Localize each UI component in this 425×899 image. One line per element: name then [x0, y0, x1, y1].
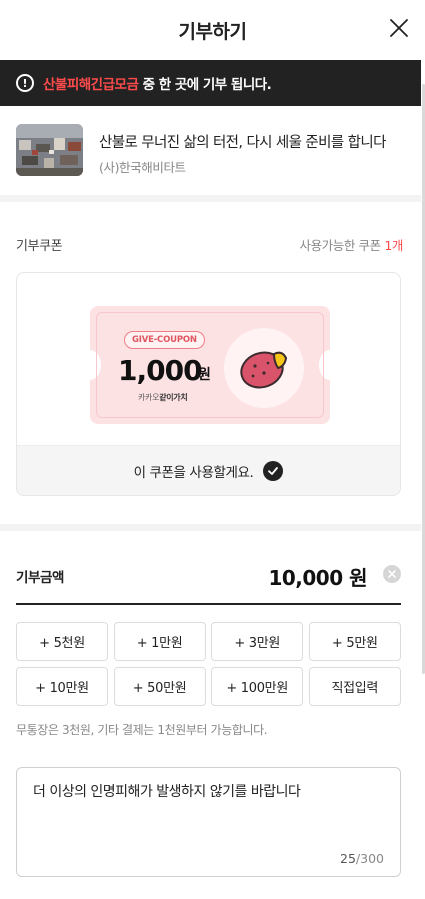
- use-coupon-button[interactable]: 이 쿠폰을 사용할게요.: [17, 445, 400, 495]
- message-textarea[interactable]: 더 이상의 인명피해가 발생하지 않기를 바랍니다 25/300: [16, 767, 401, 877]
- brand-prefix: 카카오: [138, 393, 160, 402]
- add-50000-button[interactable]: + 5만원: [308, 622, 401, 661]
- sweet-potato-icon: [224, 328, 304, 408]
- notice-highlight: 산불피해긴급모금: [43, 77, 139, 93]
- section-divider: [0, 524, 421, 531]
- notice-banner: ! 산불피해긴급모금 중 한 곳에 기부 됩니다.: [0, 60, 421, 106]
- character-count: 25: [340, 851, 356, 866]
- coupon-count-number: 1개: [384, 238, 403, 253]
- coupon-section-label: 기부쿠폰: [16, 239, 63, 254]
- notice-body: 중 한 곳에 기부 됩니다.: [138, 77, 272, 93]
- coupon-available-prefix: 사용가능한 쿠폰: [299, 238, 385, 253]
- coupon-unit: 원: [198, 367, 211, 383]
- close-icon[interactable]: [387, 16, 411, 40]
- direct-input-button[interactable]: 직접입력: [308, 667, 401, 706]
- add-30000-button[interactable]: + 3만원: [211, 622, 304, 661]
- character-counter: 25/300: [340, 851, 384, 866]
- brand-bold: 같이가치: [159, 393, 188, 402]
- coupon-ticket: GIVE-COUPON 1,000 원 카카오같이가치: [79, 306, 341, 424]
- donation-amount-value[interactable]: 10,000 원: [268, 562, 367, 591]
- exclamation-circle-icon: !: [16, 74, 34, 92]
- add-10000-button[interactable]: + 1만원: [113, 622, 206, 661]
- use-coupon-label: 이 쿠폰을 사용할게요.: [133, 464, 254, 481]
- campaign-thumbnail: [16, 124, 83, 176]
- coupon-brand: 카카오같이가치: [138, 392, 188, 403]
- coupon-card[interactable]: GIVE-COUPON 1,000 원 카카오같이가치 이 쿠폰을 사용할게요.: [16, 272, 401, 496]
- add-1000000-button[interactable]: + 100만원: [211, 667, 304, 706]
- add-5000-button[interactable]: + 5천원: [16, 622, 108, 661]
- amount-button-grid: + 5천원 + 1만원 + 3만원 + 5만원 + 10만원 + 50만원 + …: [16, 622, 401, 706]
- clear-icon[interactable]: [383, 565, 401, 583]
- donation-amount-label: 기부금액: [16, 570, 65, 586]
- check-circle-icon: [263, 460, 284, 481]
- campaign-title: 산불로 무너진 삶의 터전, 다시 세울 준비를 합니다: [99, 135, 386, 151]
- campaign-info[interactable]: 산불로 무너진 삶의 터전, 다시 세울 준비를 합니다 (사)한국해비타트: [16, 124, 406, 178]
- coupon-amount: 1,000: [118, 354, 203, 387]
- coupon-badge: GIVE-COUPON: [124, 331, 205, 349]
- header: 기부하기: [0, 0, 425, 60]
- add-100000-button[interactable]: + 10만원: [16, 667, 108, 706]
- notice-text: 산불피해긴급모금 중 한 곳에 기부 됩니다.: [43, 73, 272, 93]
- character-max: /300: [355, 851, 384, 866]
- amount-underline: [16, 603, 401, 605]
- message-text: 더 이상의 인명피해가 발생하지 않기를 바랍니다: [33, 784, 301, 800]
- section-divider: [0, 195, 421, 202]
- add-500000-button[interactable]: + 50만원: [113, 667, 206, 706]
- minimum-amount-note: 무통장은 3천원, 기타 결제는 1천원부터 가능합니다.: [16, 723, 268, 737]
- page-title: 기부하기: [178, 21, 247, 43]
- coupon-available-count: 사용가능한 쿠폰 1개: [299, 235, 403, 254]
- campaign-org: (사)한국해비타트: [99, 160, 186, 175]
